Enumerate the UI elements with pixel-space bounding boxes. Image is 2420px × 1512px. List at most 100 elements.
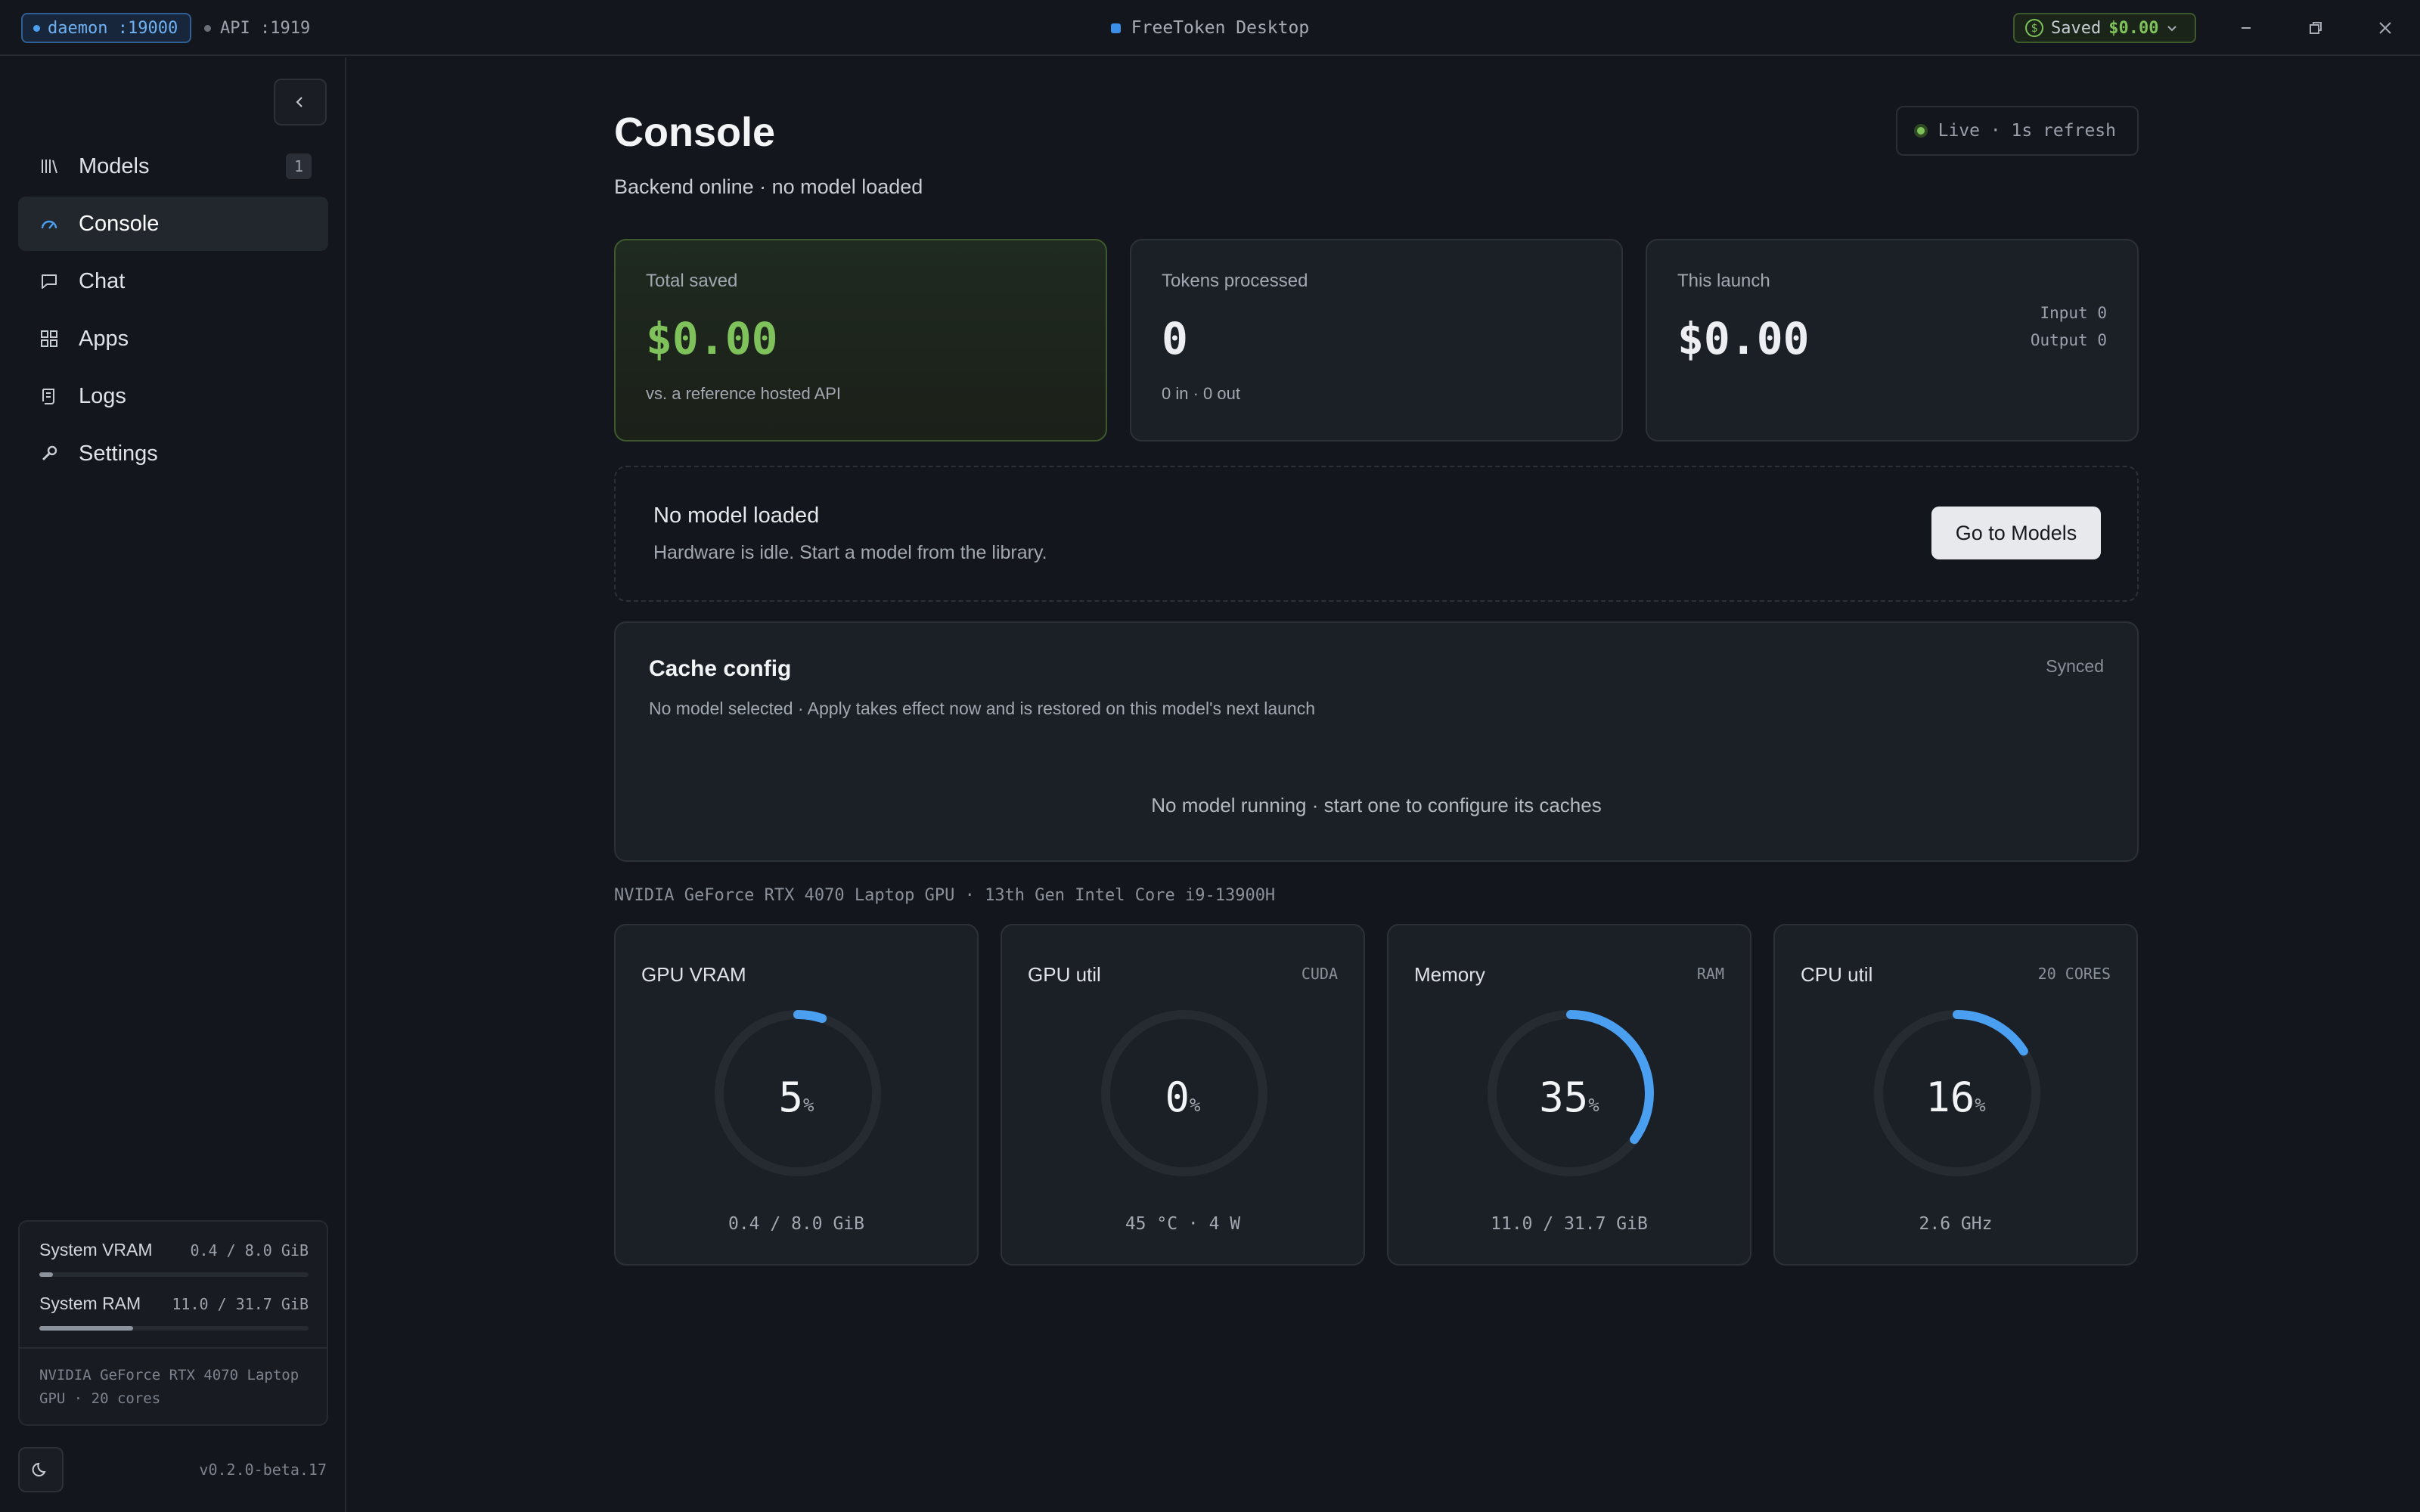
total-saved-card: Total saved $0.00 vs. a reference hosted…: [614, 239, 1107, 442]
gauge-unit: %: [1588, 1095, 1599, 1116]
system-ram-label: System RAM: [39, 1294, 141, 1313]
sidebar-item-label: Chat: [79, 268, 126, 293]
go-to-models-button[interactable]: Go to Models: [1931, 507, 2101, 559]
cache-empty-state: No model running · start one to configur…: [1151, 794, 1602, 816]
app-title: FreeToken Desktop: [1131, 18, 1310, 38]
restore-icon: [2310, 22, 2322, 34]
grid-icon: [38, 327, 60, 350]
gauge-percent: 16: [1925, 1074, 1975, 1121]
sidebar-item-console[interactable]: Console: [18, 197, 328, 251]
tokens-processed-value: 0: [1162, 313, 1188, 364]
models-count-badge: 1: [286, 153, 312, 179]
gauge-label: Memory: [1414, 963, 1485, 986]
minimize-icon: [2242, 27, 2251, 29]
live-dot-icon: [1913, 124, 1928, 138]
page-subtitle: Backend online · no model loaded: [614, 175, 923, 198]
tokens-processed-label: Tokens processed: [1162, 271, 1308, 291]
system-vram-bar-fill: [39, 1272, 53, 1277]
memory-gauge-card: Memory RAM 35% 11.0 / 31.7 GiB: [1387, 924, 1751, 1266]
gauge-footer: 0.4 / 8.0 GiB: [728, 1214, 864, 1234]
gpu-vram-gauge-card: GPU VRAM 5% 0.4 / 8.0 GiB: [614, 924, 979, 1266]
sidebar-item-settings[interactable]: Settings: [18, 426, 328, 481]
hardware-line: NVIDIA GeForce RTX 4070 Laptop GPU · 13t…: [614, 886, 1276, 905]
system-vram-row: System VRAM 0.4 / 8.0 GiB: [39, 1240, 309, 1260]
no-model-desc: Hardware is idle. Start a model from the…: [653, 542, 1047, 563]
collapse-sidebar-button[interactable]: [274, 79, 327, 125]
saved-dropdown[interactable]: $ Saved $0.00: [2013, 13, 2196, 43]
gauge-footer: 2.6 GHz: [1919, 1214, 1993, 1234]
gauge-percent: 5: [778, 1074, 804, 1121]
saved-label: Saved: [2051, 18, 2102, 38]
gauge-unit: %: [1190, 1095, 1201, 1116]
saved-amount: $0.00: [2108, 18, 2159, 38]
gauge-footer: 45 °C · 4 W: [1125, 1214, 1241, 1234]
sidebar-item-label: Models: [79, 153, 150, 178]
gauge-unit: %: [803, 1095, 814, 1116]
gauge-tag: 20 CORES: [2037, 965, 2111, 983]
close-icon: [2379, 22, 2391, 34]
gauge-value: 35%: [1388, 1074, 1750, 1121]
sidebar-item-chat[interactable]: Chat: [18, 254, 328, 308]
gauge-value: 0%: [1002, 1074, 1364, 1121]
live-refresh-indicator[interactable]: Live · 1s refresh: [1895, 106, 2139, 156]
scroll-icon: [38, 385, 60, 407]
chevron-left-icon: [296, 97, 302, 107]
system-vram-value: 0.4 / 8.0 GiB: [190, 1241, 309, 1259]
this-launch-card: This launch $0.00 Input 0 Output 0: [1646, 239, 2139, 442]
gauge-label: GPU util: [1028, 963, 1101, 986]
cpu-util-gauge-card: CPU util 20 CORES 16% 2.6 GHz: [1773, 924, 2138, 1266]
system-resources-panel: System VRAM 0.4 / 8.0 GiB System RAM 11.…: [18, 1220, 328, 1426]
sidebar-item-apps[interactable]: Apps: [18, 311, 328, 366]
system-ram-bar: [39, 1326, 309, 1331]
dollar-coin-icon: $: [2025, 19, 2043, 37]
cache-config-desc: No model selected · Apply takes effect n…: [649, 699, 1316, 718]
no-model-banner: No model loaded Hardware is idle. Start …: [614, 466, 2139, 602]
theme-toggle-button[interactable]: [18, 1447, 64, 1492]
no-model-title: No model loaded: [653, 503, 820, 528]
sidebar-item-label: Console: [79, 211, 160, 236]
sidebar-item-logs[interactable]: Logs: [18, 369, 328, 423]
title-bar: daemon :19000 API :1919 FreeToken Deskto…: [0, 0, 2420, 56]
system-ram-value: 11.0 / 31.7 GiB: [172, 1294, 309, 1313]
this-launch-label: This launch: [1677, 271, 1770, 291]
library-icon: [38, 155, 60, 178]
gpu-util-gauge-card: GPU util CUDA 0% 45 °C · 4 W: [1001, 924, 1365, 1266]
gauge-label: CPU util: [1801, 963, 1873, 986]
system-hardware-text: NVIDIA GeForce RTX 4070 Laptop GPU · 20 …: [20, 1347, 327, 1411]
moon-icon: [32, 1462, 46, 1476]
close-button[interactable]: [2363, 13, 2408, 43]
this-launch-output: Output 0: [2030, 331, 2107, 349]
system-vram-label: System VRAM: [39, 1240, 153, 1259]
total-saved-label: Total saved: [646, 271, 738, 291]
gauge-unit: %: [1975, 1095, 1986, 1116]
gauge-percent: 0: [1165, 1074, 1190, 1121]
chevron-down-icon: [2167, 26, 2177, 32]
total-saved-sub: vs. a reference hosted API: [646, 384, 842, 403]
sidebar-item-label: Apps: [79, 326, 129, 351]
this-launch-io: Input 0 Output 0: [2031, 299, 2107, 354]
gauge-tag: CUDA: [1301, 965, 1338, 983]
live-label: Live · 1s refresh: [1938, 121, 2116, 141]
system-ram-bar-fill: [39, 1326, 133, 1331]
wrench-icon: [38, 442, 60, 465]
system-ram-row: System RAM 11.0 / 31.7 GiB: [39, 1294, 309, 1314]
gauge-icon: [38, 212, 60, 235]
sidebar-item-label: Settings: [79, 441, 158, 466]
gauge-value: 16%: [1775, 1074, 2136, 1121]
minimize-button[interactable]: [2223, 13, 2269, 43]
app-logo-icon: [1110, 23, 1121, 33]
gauge-footer: 11.0 / 31.7 GiB: [1491, 1214, 1648, 1234]
gauge-percent: 35: [1539, 1074, 1589, 1121]
app-version: v0.2.0-beta.17: [199, 1461, 327, 1479]
sidebar-item-label: Logs: [79, 383, 126, 408]
gauge-tag: RAM: [1696, 965, 1724, 983]
gauge-label: GPU VRAM: [641, 963, 746, 986]
sidebar-item-models[interactable]: Models 1: [18, 139, 328, 194]
system-vram-bar: [39, 1272, 309, 1277]
cache-sync-status: Synced: [2046, 656, 2104, 676]
chat-icon: [38, 270, 60, 293]
cache-config-title: Cache config: [649, 656, 792, 681]
restore-button[interactable]: [2293, 13, 2338, 43]
this-launch-input: Input 0: [2040, 304, 2107, 322]
total-saved-value: $0.00: [646, 313, 778, 364]
